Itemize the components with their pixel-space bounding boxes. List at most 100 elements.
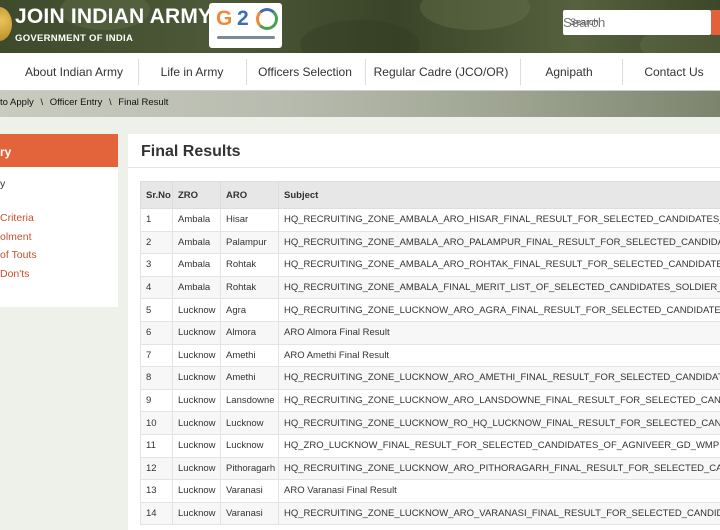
- cell-srno: 12: [140, 456, 173, 481]
- camo-pattern: [300, 20, 420, 53]
- cell-subject-link[interactable]: HQ_RECRUITING_ZONE_AMBALA_ARO_HISAR_FINA…: [278, 208, 720, 232]
- cell-subject-link[interactable]: HQ_RECRUITING_ZONE_LUCKNOW_ARO_AMETHI_FI…: [278, 366, 720, 390]
- cell-srno: 9: [140, 388, 173, 413]
- column-header-zro: ZRO: [172, 181, 221, 209]
- cell-srno: 7: [140, 343, 173, 368]
- breadcrumb-item[interactable]: Officer Entry: [50, 97, 103, 108]
- cell-srno: 3: [140, 253, 173, 277]
- cell-aro: Rohtak: [220, 275, 279, 300]
- search-placeholder-text: Search: [570, 17, 599, 27]
- table-row: 9 Lucknow Lansdowne HQ_RECRUITING_ZONE_LUCK…: [140, 388, 720, 413]
- cell-zro: Lucknow: [172, 479, 221, 503]
- cell-zro: Lucknow: [172, 388, 221, 413]
- table-row: 8 Lucknow Amethi HQ_RECRUITING_ZONE_LUCKNOW…: [140, 366, 720, 390]
- table-row: 5 Lucknow Agra HQ_RECRUITING_ZONE_LUCKNOW_A…: [140, 298, 720, 322]
- cell-srno: 5: [140, 298, 173, 322]
- g20-logo-letter: G: [216, 7, 233, 30]
- cell-subject-link[interactable]: HQ_ZRO_LUCKNOW_FINAL_RESULT_FOR_SELECTED…: [278, 433, 720, 458]
- cell-subject-link[interactable]: HQ_RECRUITING_ZONE_LUCKNOW_ARO_PITHORAGA…: [278, 456, 720, 481]
- cell-srno: 13: [140, 479, 173, 503]
- cell-zro: Ambala: [172, 275, 221, 300]
- g20-logo: G 2: [209, 3, 282, 48]
- cell-srno: 6: [140, 320, 173, 345]
- cell-aro: Agra: [220, 298, 279, 322]
- cell-zro: Lucknow: [172, 343, 221, 368]
- cell-srno: 1: [140, 208, 173, 232]
- cell-aro: Varanasi: [220, 501, 279, 526]
- cell-subject-link[interactable]: HQ_RECRUITING_ZONE_AMBALA_ARO_PALAMPUR_F…: [278, 230, 720, 255]
- cell-zro: Lucknow: [172, 411, 221, 435]
- cell-subject-link[interactable]: HQ_RECRUITING_ZONE_LUCKNOW_ARO_VARANASI_…: [278, 501, 720, 526]
- cell-subject-link[interactable]: HQ_RECRUITING_ZONE_LUCKNOW_ARO_LANSDOWNE…: [278, 388, 720, 413]
- breadcrumb-current: Final Result: [118, 97, 169, 108]
- nav-item-life-in-army[interactable]: Life in Army: [142, 53, 242, 91]
- cell-srno: 8: [140, 366, 173, 390]
- cell-zro: Lucknow: [172, 501, 221, 526]
- cell-subject-link[interactable]: ARO Almora Final Result: [278, 320, 720, 345]
- breadcrumb-separator: \: [40, 97, 44, 108]
- table-row: 12 Lucknow Pithoragarh HQ_RECRUITING_ZONE_L…: [140, 456, 720, 481]
- results-table: Sr.No ZRO ARO Subject 1 Ambala Hisar HQ_REC…: [140, 181, 720, 526]
- cell-subject-link[interactable]: HQ_RECRUITING_ZONE_AMBALA_ARO_ROHTAK_FIN…: [278, 253, 720, 277]
- table-row: 10 Lucknow Lucknow HQ_RECRUITING_ZONE_LUCKN…: [140, 411, 720, 435]
- cell-zro: Lucknow: [172, 433, 221, 458]
- sidebar-link[interactable]: Criteria: [0, 212, 34, 224]
- nav-divider: [246, 59, 247, 85]
- cell-srno: 2: [140, 230, 173, 255]
- search-button[interactable]: [711, 10, 720, 35]
- table-row: 13 Lucknow Varanasi ARO Varanasi Final Resu…: [140, 479, 720, 503]
- page-title: Final Results: [141, 143, 241, 160]
- column-header-subject: Subject: [278, 181, 720, 209]
- cell-srno: 14: [140, 501, 173, 526]
- cell-zro: Lucknow: [172, 456, 221, 481]
- cell-subject-link[interactable]: ARO Varanasi Final Result: [278, 479, 720, 503]
- cell-subject-link[interactable]: ARO Amethi Final Result: [278, 343, 720, 368]
- nav-item-contact-us[interactable]: Contact Us: [630, 53, 718, 91]
- sidebar-link[interactable]: y: [0, 178, 5, 190]
- table-row: 2 Ambala Palampur HQ_RECRUITING_ZONE_AMBALA…: [140, 230, 720, 255]
- cell-zro: Lucknow: [172, 298, 221, 322]
- cell-aro: Varanasi: [220, 479, 279, 503]
- column-header-srno: Sr.No: [140, 181, 173, 209]
- cell-subject-link[interactable]: HQ_RECRUITING_ZONE_LUCKNOW_RO_HQ_LUCKNOW…: [278, 411, 720, 435]
- nav-item-regular-cadre[interactable]: Regular Cadre (JCO/OR): [369, 53, 513, 91]
- camo-pattern: [420, 0, 530, 30]
- site-title[interactable]: JOIN INDIAN ARMY: [15, 5, 212, 29]
- nav-item-officers-selection[interactable]: Officers Selection: [250, 53, 360, 91]
- nav-divider: [520, 59, 521, 85]
- nav-item-agnipath[interactable]: Agnipath: [524, 53, 614, 91]
- table-row: 7 Lucknow Amethi ARO Amethi Final Result: [140, 343, 720, 368]
- cell-srno: 10: [140, 411, 173, 435]
- sidebar-heading[interactable]: ry: [0, 145, 11, 159]
- nav-divider: [365, 59, 366, 85]
- cell-srno: 4: [140, 275, 173, 300]
- table-row: 3 Ambala Rohtak HQ_RECRUITING_ZONE_AMBALA_A…: [140, 253, 720, 277]
- table-row: 14 Lucknow Varanasi HQ_RECRUITING_ZONE_LUCK…: [140, 501, 720, 526]
- cell-aro: Palampur: [220, 230, 279, 255]
- sidebar-link[interactable]: olment: [0, 231, 32, 243]
- nav-item-about-indian-army[interactable]: About Indian Army: [14, 53, 134, 91]
- cell-subject-link[interactable]: HQ_RECRUITING_ZONE_AMBALA_FINAL_MERIT_LI…: [278, 275, 720, 300]
- cell-aro: Rohtak: [220, 253, 279, 277]
- table-row: 1 Ambala Hisar HQ_RECRUITING_ZONE_AMBALA_AR…: [140, 208, 720, 232]
- g20-lotus-icon: [256, 8, 278, 30]
- breadcrumb-item[interactable]: to Apply: [0, 97, 34, 108]
- sidebar-link[interactable]: Don'ts: [0, 268, 29, 280]
- cell-zro: Ambala: [172, 208, 221, 232]
- table-row: 4 Ambala Rohtak HQ_RECRUITING_ZONE_AMBALA_F…: [140, 275, 720, 300]
- table-row: 6 Lucknow Almora ARO Almora Final Result: [140, 320, 720, 345]
- sidebar-link[interactable]: of Touts: [0, 249, 37, 261]
- cell-srno: 11: [140, 433, 173, 458]
- cell-aro: Lansdowne: [220, 388, 279, 413]
- table-header-row: Sr.No ZRO ARO Subject: [140, 181, 720, 209]
- cell-aro: Lucknow: [220, 411, 279, 435]
- main-nav: About Indian Army Life in Army Officers …: [0, 53, 720, 91]
- cell-zro: Ambala: [172, 230, 221, 255]
- cell-aro: Pithoragarh: [220, 456, 279, 481]
- title-divider: [128, 167, 720, 168]
- g20-logo-number: 2: [237, 7, 249, 30]
- cell-aro: Almora: [220, 320, 279, 345]
- breadcrumb-separator: \: [109, 97, 112, 108]
- cell-subject-link[interactable]: HQ_RECRUITING_ZONE_LUCKNOW_ARO_AGRA_FINA…: [278, 298, 720, 322]
- nav-divider: [138, 59, 139, 85]
